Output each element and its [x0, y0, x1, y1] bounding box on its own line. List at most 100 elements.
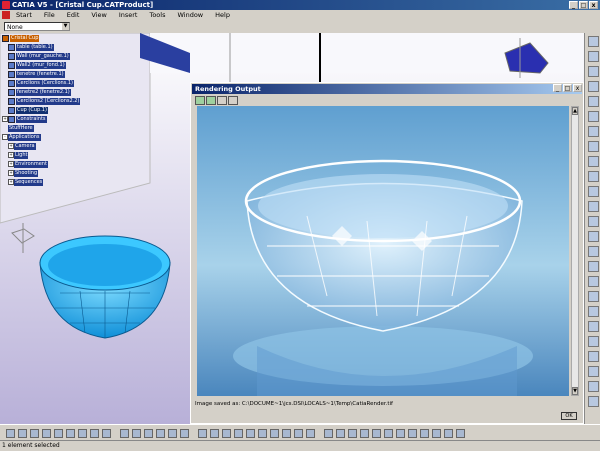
tree-item-wall2[interactable]: Wall2 (mur_fond.1): [16, 62, 66, 69]
shading-icon[interactable]: [282, 428, 291, 438]
tool-icon[interactable]: [432, 428, 441, 438]
tool-icon[interactable]: [587, 51, 599, 62]
tool-icon[interactable]: [587, 231, 599, 242]
tool-icon[interactable]: [132, 428, 141, 438]
menu-tools[interactable]: Tools: [143, 11, 171, 19]
paste-icon[interactable]: [78, 428, 87, 438]
tree-app-shooting[interactable]: Shooting: [14, 170, 39, 177]
cut-icon[interactable]: [54, 428, 63, 438]
undo-icon[interactable]: [90, 428, 99, 438]
tool-icon[interactable]: [587, 126, 599, 137]
close-button[interactable]: x: [589, 1, 598, 9]
tool-icon[interactable]: [587, 381, 599, 392]
tree-item-constraints[interactable]: Constraints: [16, 116, 47, 123]
tree-item-cup[interactable]: Cup (Cup.1): [16, 107, 48, 114]
menu-help[interactable]: Help: [209, 11, 236, 19]
fit-all-icon[interactable]: [206, 96, 216, 105]
tree-item-wall[interactable]: Wall (mur_gauche.1): [16, 53, 70, 60]
tool-icon[interactable]: [144, 428, 153, 438]
menu-file[interactable]: File: [38, 11, 61, 19]
vertical-scrollbar[interactable]: ▲ ▼: [571, 106, 579, 396]
tool-icon[interactable]: [408, 428, 417, 438]
menu-edit[interactable]: Edit: [61, 11, 86, 19]
menu-view[interactable]: View: [85, 11, 112, 19]
tool-icon[interactable]: [587, 336, 599, 347]
scroll-up-icon[interactable]: ▲: [572, 107, 578, 115]
tree-root[interactable]: Cristal Cup: [10, 35, 40, 42]
save-icon[interactable]: [30, 428, 39, 438]
tool-icon[interactable]: [587, 261, 599, 272]
tool-icon[interactable]: [587, 291, 599, 302]
tool-icon[interactable]: [587, 186, 599, 197]
tree-item-table[interactable]: table (table.1): [16, 44, 54, 51]
tool-icon[interactable]: [587, 366, 599, 377]
tool-icon[interactable]: [587, 81, 599, 92]
open-icon[interactable]: [18, 428, 27, 438]
tool-icon[interactable]: [587, 246, 599, 257]
tool-icon[interactable]: [587, 306, 599, 317]
tool-icon[interactable]: [587, 66, 599, 77]
tool-icon[interactable]: [336, 428, 345, 438]
print-icon[interactable]: [42, 428, 51, 438]
tool-icon[interactable]: [372, 428, 381, 438]
tool-icon[interactable]: [396, 428, 405, 438]
close-button[interactable]: x: [573, 84, 582, 92]
filter-select[interactable]: None ▼: [4, 22, 70, 31]
hide-show-icon[interactable]: [294, 428, 303, 438]
menu-start[interactable]: Start: [10, 11, 38, 19]
tree-app-environment[interactable]: Environment: [14, 161, 48, 168]
tool-icon[interactable]: [360, 428, 369, 438]
tool-icon[interactable]: [444, 428, 453, 438]
copy-icon[interactable]: [66, 428, 75, 438]
minimize-button[interactable]: _: [569, 1, 578, 9]
zoom-icon[interactable]: [217, 96, 227, 105]
tree-app-sequences[interactable]: Sequences: [14, 179, 44, 186]
zoom-out-icon[interactable]: [246, 428, 255, 438]
new-icon[interactable]: [6, 428, 15, 438]
tool-icon[interactable]: [587, 396, 599, 407]
save-image-icon[interactable]: [195, 96, 205, 105]
menu-insert[interactable]: Insert: [113, 11, 144, 19]
tool-icon[interactable]: [587, 96, 599, 107]
tool-icon[interactable]: [168, 428, 177, 438]
tool-icon[interactable]: [348, 428, 357, 438]
tree-item-applications[interactable]: Applications: [8, 134, 41, 141]
minimize-button[interactable]: _: [553, 84, 562, 92]
tool-icon[interactable]: [120, 428, 129, 438]
tool-icon[interactable]: [587, 36, 599, 47]
tree-item-extra[interactable]: StuffHere: [8, 125, 34, 132]
fit-all-icon[interactable]: [198, 428, 207, 438]
tool-icon[interactable]: [587, 321, 599, 332]
swap-visible-space-icon[interactable]: [306, 428, 315, 438]
normal-view-icon[interactable]: [258, 428, 267, 438]
redo-icon[interactable]: [102, 428, 111, 438]
tool-icon[interactable]: [587, 156, 599, 167]
tool-icon[interactable]: [587, 111, 599, 122]
tree-app-light[interactable]: Light: [14, 152, 29, 159]
maximize-button[interactable]: □: [563, 84, 572, 92]
tool-icon[interactable]: [587, 216, 599, 227]
tool-icon[interactable]: [384, 428, 393, 438]
tool-icon[interactable]: [587, 141, 599, 152]
tool-icon[interactable]: [156, 428, 165, 438]
rotate-icon[interactable]: [222, 428, 231, 438]
pan-icon[interactable]: [228, 96, 238, 105]
tree-item-cerclions[interactable]: Cerclions (Cerclions.1): [16, 80, 75, 87]
maximize-button[interactable]: □: [579, 1, 588, 9]
tree-item-fenetre[interactable]: tenetre (fenetre.1): [16, 71, 65, 78]
tool-icon[interactable]: [587, 276, 599, 287]
scroll-down-icon[interactable]: ▼: [572, 387, 578, 395]
tool-icon[interactable]: [587, 201, 599, 212]
tool-icon[interactable]: [324, 428, 333, 438]
iso-view-icon[interactable]: [270, 428, 279, 438]
tool-icon[interactable]: [420, 428, 429, 438]
zoom-in-icon[interactable]: [234, 428, 243, 438]
tool-icon[interactable]: [587, 171, 599, 182]
tree-app-camera[interactable]: Camera: [14, 143, 36, 150]
tree-item-cerclions2[interactable]: Cerclions2 (Cerclions2.2): [16, 98, 81, 105]
tool-icon[interactable]: [587, 351, 599, 362]
tree-item-fenetre2[interactable]: fenetre2 (fenetre2.1): [16, 89, 71, 96]
tool-icon[interactable]: [180, 428, 189, 438]
menu-window[interactable]: Window: [171, 11, 209, 19]
pan-icon[interactable]: [210, 428, 219, 438]
